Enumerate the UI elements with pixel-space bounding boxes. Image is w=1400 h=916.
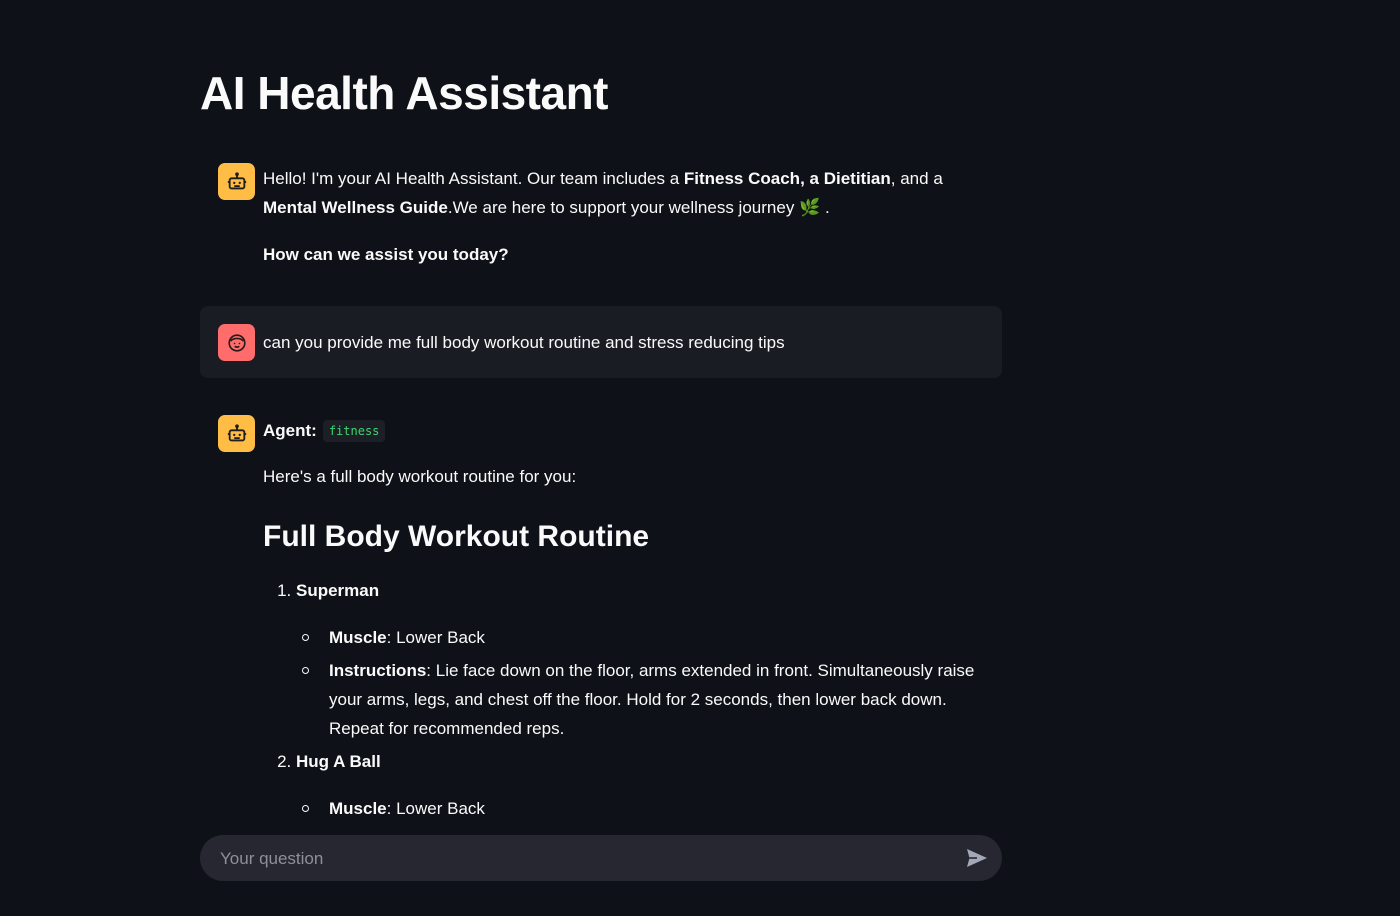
user-message-text: can you provide me full body workout rou…: [263, 333, 785, 352]
exercise-details: Muscle: Lower Back: [296, 794, 993, 818]
detail-label: Muscle: [329, 628, 387, 647]
welcome-text-part: ,: [800, 169, 810, 188]
detail-value: : Lie face down on the floor, arms exten…: [329, 661, 975, 738]
send-icon: [967, 849, 987, 867]
robot-icon: [218, 415, 255, 452]
robot-icon: [218, 163, 255, 200]
app-root: AI Health Assistant Hello! I'm your AI H…: [0, 0, 1400, 916]
welcome-text-part: .We are here to support your wellness jo…: [447, 198, 800, 217]
routine-list: Superman Muscle: Lower Back Instructions…: [263, 576, 993, 818]
user-message: can you provide me full body workout rou…: [200, 306, 1002, 378]
fitness-coach-label: Fitness Coach: [683, 169, 801, 188]
agent-message-body: Agent: fitness Here's a full body workou…: [263, 416, 993, 818]
exercise-title: Hug A Ball: [296, 752, 381, 771]
welcome-text-part: Hello! I'm your AI Health Assistant. Our…: [263, 169, 684, 188]
detail-value: : Lower Back: [386, 628, 485, 647]
dietitian-label: a Dietitian: [809, 169, 891, 188]
agent-line: Agent: fitness: [263, 416, 993, 445]
welcome-text: Hello! I'm your AI Health Assistant. Our…: [263, 164, 993, 269]
detail-value: : Lower Back: [386, 799, 485, 818]
welcome-text-part: .: [820, 198, 830, 217]
exercise-details: Muscle: Lower Back Instructions: Lie fac…: [296, 623, 993, 743]
agent-type-badge: fitness: [322, 419, 386, 442]
chat-input-bar: [200, 835, 1002, 883]
list-item: Superman Muscle: Lower Back Instructions…: [296, 576, 993, 743]
chat-scroll-area[interactable]: AI Health Assistant Hello! I'm your AI H…: [0, 0, 1400, 818]
face-icon: [218, 324, 255, 361]
assistant-agent-message: Agent: fitness Here's a full body workou…: [200, 414, 1002, 818]
detail-item: Muscle: Lower Back: [302, 623, 993, 652]
detail-label: Muscle: [329, 799, 387, 818]
send-button[interactable]: [964, 846, 990, 870]
agent-intro: Here's a full body workout routine for y…: [263, 467, 577, 486]
list-item: Hug A Ball Muscle: Lower Back: [296, 747, 993, 818]
assistant-welcome-message: Hello! I'm your AI Health Assistant. Our…: [200, 162, 1002, 282]
welcome-text-part: , and a: [890, 169, 943, 188]
mental-wellness-guide-label: Mental Wellness Guide: [263, 198, 448, 217]
routine-heading: Full Body Workout Routine: [263, 520, 650, 553]
exercise-title: Superman: [296, 581, 380, 600]
agent-label: Agent:: [263, 421, 317, 440]
detail-label: Instructions: [329, 661, 427, 680]
question-input[interactable]: [218, 835, 942, 883]
leaf-icon: 🌿: [799, 198, 821, 217]
detail-item: Muscle: Lower Back: [302, 794, 993, 818]
detail-item: Instructions: Lie face down on the floor…: [302, 656, 993, 743]
welcome-question: How can we assist you today?: [263, 245, 509, 264]
page-title: AI Health Assistant: [200, 67, 609, 119]
